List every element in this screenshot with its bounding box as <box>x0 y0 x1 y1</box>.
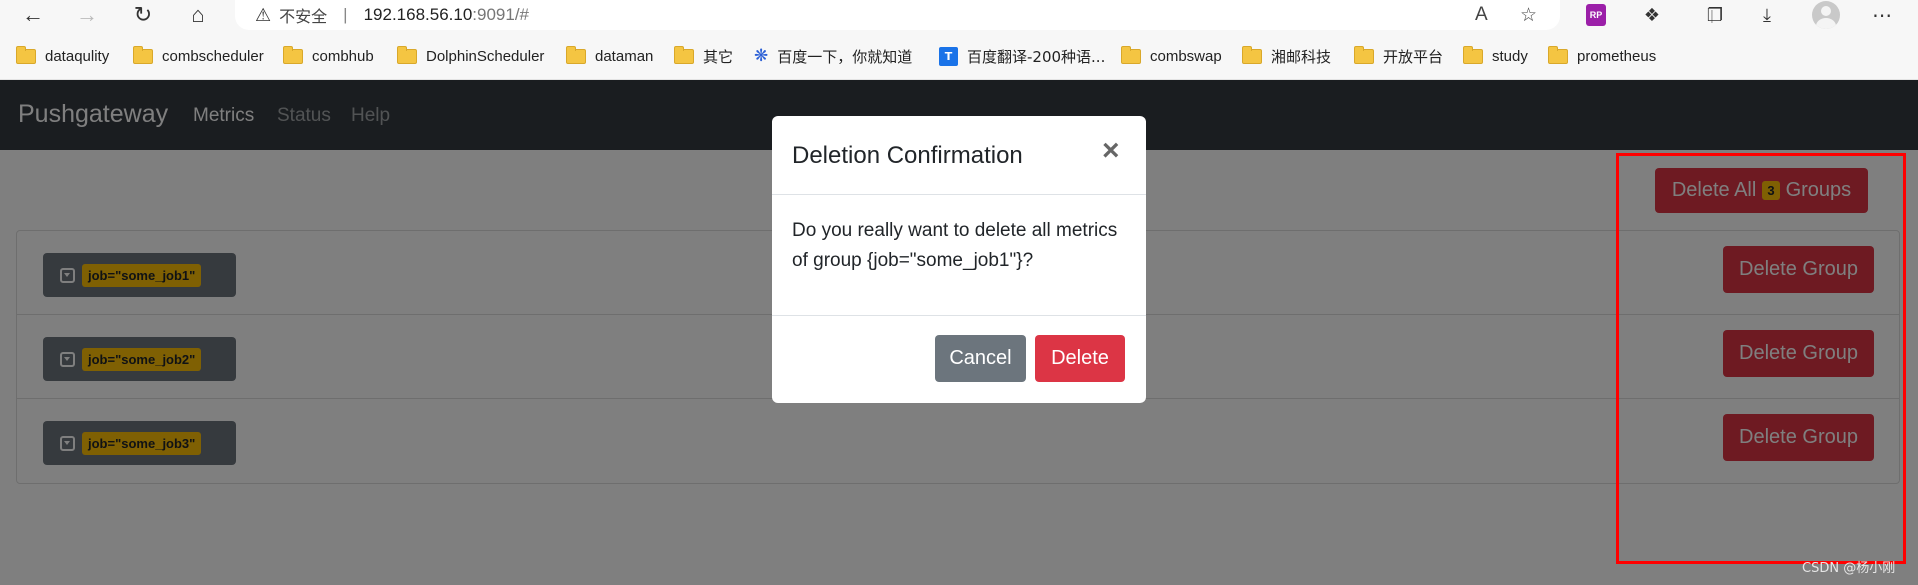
bookmark-combscheduler[interactable]: combscheduler <box>133 45 264 67</box>
folder-icon <box>1242 45 1262 64</box>
home-icon[interactable]: ⌂ <box>183 2 213 28</box>
extensions-puzzle-icon[interactable]: ❖ <box>1640 3 1664 27</box>
modal-footer: Cancel Delete <box>772 315 1146 403</box>
bookmark-study[interactable]: study <box>1463 45 1528 67</box>
annotation-highlight-box <box>1616 153 1906 564</box>
bookmark-prometheus[interactable]: prometheus <box>1548 45 1656 67</box>
bookmark-dataman[interactable]: dataman <box>566 45 653 67</box>
folder-icon <box>1121 45 1141 64</box>
folder-icon <box>1463 45 1483 64</box>
bookmark-combhub[interactable]: combhub <box>283 45 374 67</box>
folder-icon <box>674 45 694 64</box>
bookmarks-bar: dataqulity combscheduler combhub Dolphin… <box>0 30 1918 80</box>
read-aloud-icon[interactable]: A <box>1475 4 1488 26</box>
address-separator: | <box>343 5 348 24</box>
baidu-paw-icon: ❋ <box>754 46 769 66</box>
forward-arrow-icon[interactable]: → <box>72 2 102 28</box>
csdn-watermark: CSDN @杨小刚 <box>1802 561 1896 576</box>
folder-icon <box>16 45 36 64</box>
bookmark-open-platform[interactable]: 开放平台 <box>1354 45 1443 67</box>
modal-header: Deletion Confirmation × <box>772 116 1146 195</box>
folder-icon <box>397 45 417 64</box>
url-path: :9091/# <box>472 5 530 24</box>
pushgateway-page: Pushgateway Metrics Status Help Delete A… <box>0 80 1918 585</box>
add-favorite-star-icon[interactable]: ☆ <box>1520 4 1537 27</box>
folder-icon <box>133 45 153 64</box>
bookmark-baidu-translate[interactable]: T 百度翻译-200种语... <box>939 45 1105 67</box>
profile-avatar-icon[interactable] <box>1812 1 1840 29</box>
folder-icon <box>283 45 303 64</box>
deletion-confirmation-dialog: Deletion Confirmation × Do you really wa… <box>772 116 1146 403</box>
folder-icon <box>1354 45 1374 64</box>
bookmark-combswap[interactable]: combswap <box>1121 45 1222 67</box>
folder-icon <box>1548 45 1568 64</box>
warning-triangle-icon: ⚠ <box>255 4 272 25</box>
address-bar[interactable]: ⚠ 不安全 | 192.168.56.10:9091/# A ☆ <box>235 0 1560 30</box>
bookmark-dolphinscheduler[interactable]: DolphinScheduler <box>397 45 544 67</box>
browser-toolbar: ← → ↻ ⌂ ⚠ 不安全 | 192.168.56.10:9091/# A ☆… <box>0 0 1918 30</box>
more-menu-icon[interactable]: ⋯ <box>1870 3 1894 27</box>
bookmark-dataqulity[interactable]: dataqulity <box>16 45 109 67</box>
rp-extension-icon[interactable]: RP <box>1586 4 1606 26</box>
baidu-translate-icon: T <box>939 46 958 66</box>
folder-icon <box>566 45 586 64</box>
collections-icon[interactable]: ❐ <box>1703 3 1727 27</box>
confirm-delete-button[interactable]: Delete <box>1035 335 1125 382</box>
modal-body-text: Do you really want to delete all metrics… <box>792 220 1118 271</box>
url-host: 192.168.56.10 <box>363 5 473 24</box>
bookmark-qita[interactable]: 其它 <box>674 45 733 67</box>
modal-title: Deletion Confirmation <box>792 142 1023 169</box>
cancel-button[interactable]: Cancel <box>935 335 1026 382</box>
bookmark-xiangyou[interactable]: 湘邮科技 <box>1242 45 1331 67</box>
reload-icon[interactable]: ↻ <box>128 2 158 28</box>
bookmark-baidu[interactable]: ❋ 百度一下，你就知道 <box>754 45 912 67</box>
close-icon[interactable]: × <box>1102 134 1120 168</box>
back-arrow-icon[interactable]: ← <box>18 2 48 28</box>
downloads-icon[interactable]: ⤓ <box>1755 3 1779 27</box>
insecure-label: 不安全 <box>279 7 328 26</box>
